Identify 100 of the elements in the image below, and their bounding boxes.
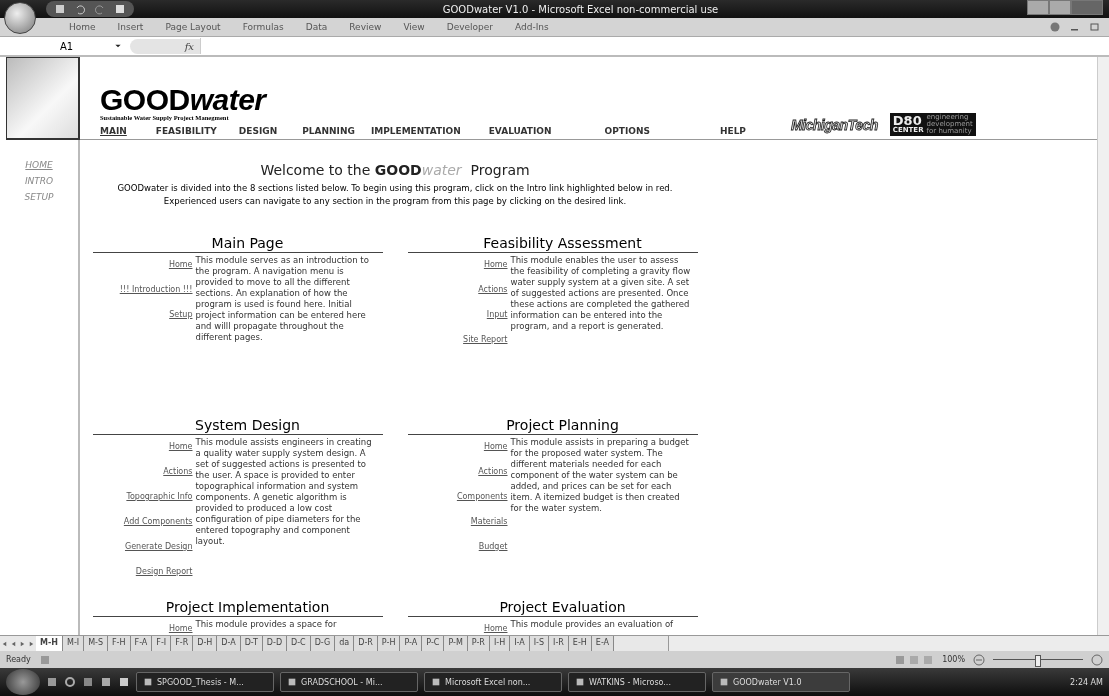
sheet-tab[interactable]: I-R: [549, 636, 569, 651]
side-link[interactable]: SETUP: [24, 192, 54, 202]
section-link[interactable]: Home: [168, 623, 193, 634]
ribbon-tab[interactable]: Review: [338, 22, 393, 32]
sheet-tab[interactable]: D-C: [287, 636, 311, 651]
nav-link[interactable]: DESIGN: [238, 126, 278, 136]
nav-link[interactable]: OPTIONS: [604, 126, 650, 136]
ribbon-tab[interactable]: Add-Ins: [504, 22, 560, 32]
restore-icon[interactable]: [1089, 21, 1101, 33]
name-box[interactable]: A1: [0, 38, 130, 54]
ribbon-tab[interactable]: Insert: [106, 22, 155, 32]
side-link[interactable]: HOME: [25, 160, 53, 170]
sheet-tab[interactable]: P-H: [377, 636, 401, 651]
office-button[interactable]: [4, 2, 36, 34]
section-link[interactable]: Setup: [169, 309, 193, 320]
sheet-tab[interactable]: D-H: [193, 636, 218, 651]
sheet-tab[interactable]: I-A: [510, 636, 530, 651]
section-link[interactable]: !!! Introduction !!!: [119, 284, 193, 295]
sheet-tab[interactable]: M-S: [84, 636, 108, 651]
ribbon-tab[interactable]: Formulas: [231, 22, 295, 32]
sheet-tab[interactable]: E-A: [591, 636, 615, 651]
sheet-tab[interactable]: E-H: [568, 636, 592, 651]
clock: 2:24 AM: [1070, 677, 1103, 687]
section-link[interactable]: Input: [486, 309, 508, 320]
sheet-tab[interactable]: P-C: [422, 636, 445, 651]
ribbon-tab[interactable]: Developer: [435, 22, 505, 32]
section-link[interactable]: Design Report: [135, 566, 193, 577]
status-text: Ready: [6, 655, 31, 664]
window-title: GOODwater V1.0 - Microsoft Excel non-commercial use: [441, 3, 720, 15]
section-link[interactable]: Materials: [470, 516, 508, 527]
section-description: This module serves as an introduction to the program. A navigation menu is provided to move to all the different sections. An explanation of how the program is used is found here. Initial project information can be entered here and willl propagate throughout the different pages.: [195, 255, 370, 343]
sheet-tab[interactable]: P-A: [400, 636, 423, 651]
section-link[interactable]: Home: [168, 259, 193, 270]
sheet-tab[interactable]: F-A: [130, 636, 153, 651]
section-description: This module assists engineers in creating a quality water supply system design. A set of suggested actions is presented to the user. A space is provided to enter topographical information and system components. A genetic algorithm is provided to produced a low cost configuration of pipe diameters for the entered topography and component layout.: [195, 437, 373, 548]
section-link[interactable]: Generate Design: [124, 541, 193, 552]
section-link[interactable]: Home: [168, 441, 193, 452]
nav-link[interactable]: IMPLEMENTATION: [370, 126, 461, 136]
ribbon-tab[interactable]: Page Layout: [154, 22, 232, 32]
taskbar-button[interactable]: GOODwater V1.0: [712, 672, 850, 692]
sheet-tab[interactable]: D-D: [262, 636, 288, 651]
sheet-tab[interactable]: D-G: [310, 636, 336, 651]
next-sheet-icon[interactable]: [19, 639, 26, 648]
section-title: Project Planning: [407, 417, 698, 435]
section-title: Project Evaluation: [407, 599, 698, 617]
taskbar-button[interactable]: Microsoft Excel non...: [424, 672, 562, 692]
section-link[interactable]: Topographic Info: [126, 491, 193, 502]
nav-link[interactable]: EVALUATION: [488, 126, 552, 136]
section-description: This module assists in preparing a budget for the proposed water system. The different materials needed for each component of the water system can be added, and prices can be set for each item. A itemized budget is then created for the water system.: [510, 437, 690, 515]
ribbon-tab[interactable]: Home: [58, 22, 107, 32]
zoom-slider[interactable]: [993, 654, 1083, 665]
section-description: This module provides an evaluation of: [510, 619, 675, 631]
section-title: Project Implementation: [92, 599, 383, 617]
sheet-tab[interactable]: M-H: [36, 636, 63, 651]
section-link[interactable]: Home: [483, 259, 508, 270]
taskbar-button[interactable]: SPGOOD_Thesis - M...: [136, 672, 274, 692]
section-link[interactable]: Budget: [478, 541, 508, 552]
vertical-scrollbar[interactable]: [1097, 57, 1109, 635]
taskbar-button[interactable]: WATKINS - Microso...: [568, 672, 706, 692]
section-description: This module provides a space for: [195, 619, 338, 631]
function-button[interactable]: fx: [130, 38, 200, 54]
nav-link[interactable]: PLANNING: [302, 126, 355, 136]
ribbon-tab[interactable]: Data: [294, 22, 339, 32]
section-title: Main Page: [92, 235, 383, 253]
undo-icon[interactable]: [74, 3, 86, 15]
zoom-in-icon[interactable]: [1091, 653, 1103, 666]
nav-link[interactable]: MAIN: [100, 126, 127, 136]
sheet-tab[interactable]: D-T: [240, 636, 263, 651]
sheet-tab[interactable]: M-I: [63, 636, 85, 651]
caret-icon[interactable]: [114, 42, 122, 50]
sheet-tab[interactable]: F-R: [171, 636, 194, 651]
sheet-tab[interactable]: P-R: [467, 636, 490, 651]
taskbar-button[interactable]: GRADSCHOOL - Mi...: [280, 672, 418, 692]
sheet-tab[interactable]: F-I: [152, 636, 172, 651]
section-link[interactable]: Site Report: [463, 334, 508, 345]
section-link[interactable]: Components: [456, 491, 508, 502]
section-link[interactable]: Home: [483, 623, 508, 634]
first-sheet-icon[interactable]: [1, 639, 8, 648]
zoom-out-icon[interactable]: [973, 653, 985, 666]
sheet-tab[interactable]: F-H: [108, 636, 131, 651]
app-logo: GOODwater: [100, 86, 269, 114]
section-link[interactable]: Actions: [163, 466, 193, 477]
start-button[interactable]: [6, 669, 40, 695]
section-link[interactable]: Home: [483, 441, 508, 452]
sheet-tab[interactable]: D-R: [354, 636, 378, 651]
sheet-tab[interactable]: D-A: [217, 636, 241, 651]
horizontal-scrollbar[interactable]: [668, 636, 1109, 651]
section-link[interactable]: Add Components: [123, 516, 193, 527]
section-link[interactable]: Actions: [478, 284, 508, 295]
nav-link[interactable]: HELP: [719, 126, 746, 136]
zoom-thumb[interactable]: [1035, 654, 1041, 667]
sheet-tab[interactable]: da: [335, 636, 355, 651]
zoom-level: 100%: [942, 655, 965, 664]
sheet-tab[interactable]: P-M: [444, 636, 468, 651]
previous-sheet-icon[interactable]: [10, 639, 17, 648]
nav-link[interactable]: FEASIBILITY: [155, 126, 217, 136]
ribbon-tab[interactable]: View: [392, 22, 436, 32]
section-title: System Design: [92, 417, 383, 435]
side-link[interactable]: INTRO: [24, 176, 54, 186]
section-link[interactable]: Actions: [478, 466, 508, 477]
